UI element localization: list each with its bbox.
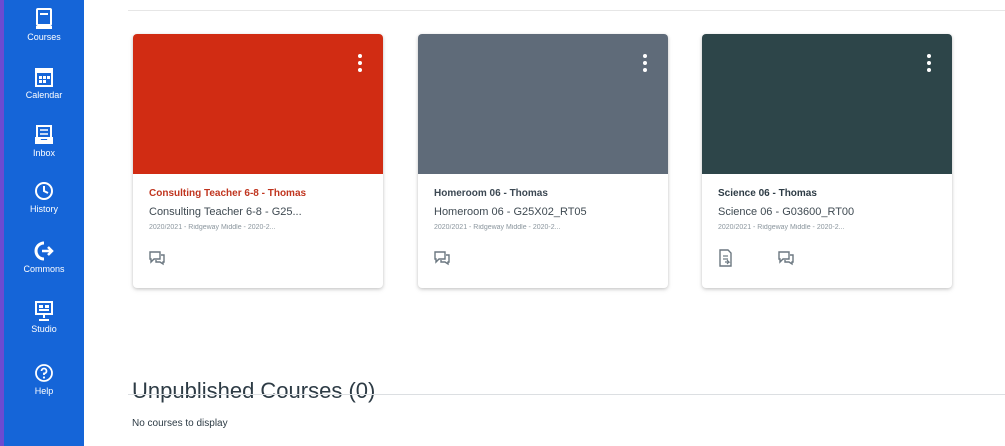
section-divider	[128, 394, 1005, 395]
nav-label-inbox: Inbox	[32, 148, 56, 158]
course-card[interactable]: Consulting Teacher 6-8 - Thomas Consulti…	[133, 34, 383, 288]
nav-label-help: Help	[34, 386, 54, 396]
course-card-hero[interactable]	[418, 34, 668, 174]
card-action-bar	[716, 248, 796, 268]
course-card-title[interactable]: Homeroom 06 - Thomas	[434, 188, 656, 199]
course-card-subtitle: Homeroom 06 - G25X02_RT05	[434, 206, 587, 218]
discussions-icon[interactable]	[776, 248, 796, 268]
course-card-term: 2020/2021 - Ridgeway Middle - 2020-2...	[149, 224, 276, 231]
empty-state-message: No courses to display	[132, 418, 228, 429]
card-action-bar	[432, 248, 452, 268]
nav-label-calendar: Calendar	[25, 90, 63, 100]
nav-label-history: History	[29, 204, 58, 214]
commons-icon	[34, 241, 54, 261]
nav-item-calendar[interactable]: Calendar	[4, 66, 84, 101]
card-options-icon[interactable]	[640, 54, 650, 74]
assignments-icon[interactable]	[716, 248, 736, 268]
nav-label-courses: Courses	[27, 32, 61, 42]
nav-item-courses[interactable]: Courses	[4, 8, 84, 43]
top-divider	[128, 10, 1005, 11]
nav-item-commons[interactable]: Commons	[4, 240, 84, 275]
course-card-term: 2020/2021 - Ridgeway Middle - 2020-2...	[718, 224, 845, 231]
global-navigation: Courses Calendar Inbox History Commons S…	[0, 0, 84, 446]
course-card-title[interactable]: Science 06 - Thomas	[718, 188, 940, 199]
course-card-term: 2020/2021 - Ridgeway Middle - 2020-2...	[434, 224, 561, 231]
course-card-title[interactable]: Consulting Teacher 6-8 - Thomas	[149, 188, 371, 199]
course-card-subtitle: Consulting Teacher 6-8 - G25...	[149, 206, 302, 218]
course-card[interactable]: Homeroom 06 - Thomas Homeroom 06 - G25X0…	[418, 34, 668, 288]
question-icon	[35, 364, 53, 382]
course-card-hero[interactable]	[702, 34, 952, 174]
nav-label-commons: Commons	[23, 264, 65, 274]
studio-icon	[35, 301, 53, 321]
clock-icon	[35, 182, 53, 200]
nav-label-studio: Studio	[31, 324, 57, 334]
discussions-icon[interactable]	[147, 248, 167, 268]
nav-item-studio[interactable]: Studio	[4, 300, 84, 335]
course-card-hero[interactable]	[133, 34, 383, 174]
card-action-bar	[147, 248, 167, 268]
book-icon	[36, 8, 52, 29]
nav-item-inbox[interactable]: Inbox	[4, 124, 84, 159]
course-card[interactable]: Science 06 - Thomas Science 06 - G03600_…	[702, 34, 952, 288]
nav-item-history[interactable]: History	[4, 180, 84, 215]
nav-item-help[interactable]: Help	[4, 362, 84, 397]
inbox-icon	[35, 125, 53, 144]
card-options-icon[interactable]	[355, 54, 365, 74]
course-card-subtitle: Science 06 - G03600_RT00	[718, 206, 855, 218]
discussions-icon[interactable]	[432, 248, 452, 268]
calendar-icon	[35, 68, 53, 87]
unpublished-courses-heading: Unpublished Courses (0)	[132, 378, 376, 404]
card-options-icon[interactable]	[924, 54, 934, 74]
